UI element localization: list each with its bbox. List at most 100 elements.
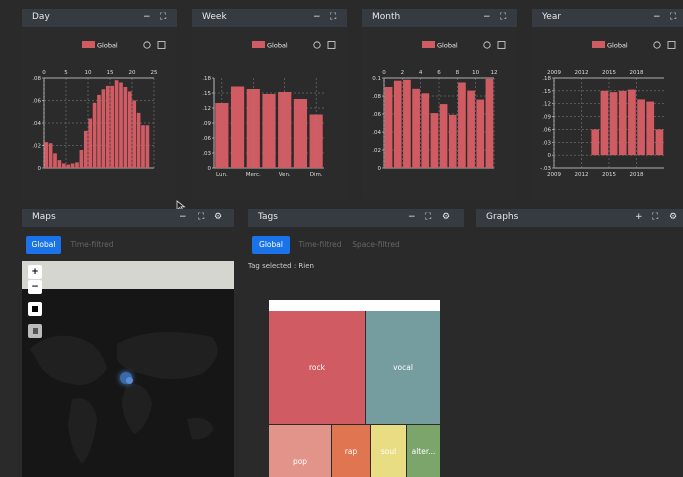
zoom-out-button[interactable]: − — [28, 280, 42, 294]
legend-swatch[interactable] — [422, 41, 435, 48]
legend-label[interactable]: Global — [267, 42, 288, 50]
bar[interactable] — [628, 89, 636, 156]
bar[interactable] — [430, 113, 439, 168]
legend-swatch[interactable] — [592, 41, 605, 48]
bar[interactable] — [101, 89, 106, 168]
save-image-icon[interactable] — [667, 41, 676, 49]
tab-space-filtred[interactable]: Space-filtred — [350, 236, 402, 254]
bar[interactable] — [230, 86, 245, 169]
bar[interactable] — [66, 164, 71, 168]
bar[interactable] — [123, 87, 128, 168]
zoom-in-button[interactable]: + — [28, 265, 42, 279]
bar[interactable] — [637, 99, 645, 156]
settings-gear-icon[interactable]: ⚙ — [214, 212, 222, 223]
fullscreen-button[interactable]: ⛶ — [198, 212, 204, 223]
tab-global[interactable]: Global — [26, 236, 61, 254]
fullscreen-button[interactable]: ⛶ — [500, 12, 506, 23]
tab-global[interactable]: Global — [252, 236, 290, 254]
fullscreen-button[interactable]: ⛶ — [160, 12, 166, 23]
bar[interactable] — [485, 78, 494, 168]
bar[interactable] — [145, 125, 150, 168]
delete-button[interactable] — [28, 324, 42, 338]
bar[interactable] — [61, 163, 66, 169]
bar[interactable] — [591, 129, 600, 156]
bar[interactable] — [403, 79, 411, 168]
bar[interactable] — [136, 112, 141, 168]
y-tick-label: .12 — [542, 102, 551, 108]
bar[interactable] — [110, 85, 115, 168]
save-image-icon[interactable] — [497, 41, 506, 49]
add-button[interactable]: + — [635, 212, 643, 223]
bar[interactable] — [618, 90, 627, 156]
treemap-cell-alter[interactable]: alter... — [407, 425, 440, 477]
treemap-cell-rap[interactable]: rap — [332, 425, 370, 477]
bar[interactable] — [127, 91, 132, 169]
bar[interactable] — [412, 88, 420, 168]
treemap-cell-pop[interactable]: pop — [269, 425, 331, 477]
fullscreen-button[interactable]: ⛶ — [670, 12, 676, 23]
bar[interactable] — [53, 153, 57, 168]
bar[interactable] — [97, 94, 101, 168]
legend-label[interactable]: Global — [437, 42, 458, 50]
minimize-button[interactable]: − — [408, 212, 416, 223]
bar[interactable] — [646, 101, 655, 156]
legend-label[interactable]: Global — [97, 42, 118, 50]
treemap-cell-soul[interactable]: soul — [371, 425, 406, 477]
bar[interactable] — [88, 118, 93, 169]
bar[interactable] — [448, 114, 457, 168]
bar[interactable] — [119, 82, 123, 169]
settings-gear-icon[interactable]: ⚙ — [669, 212, 677, 223]
y-tick-label: .06 — [202, 136, 211, 142]
save-image-icon[interactable] — [327, 41, 336, 49]
draw-rectangle-button[interactable] — [28, 302, 42, 316]
minimize-button[interactable]: − — [313, 12, 321, 23]
minimize-button[interactable]: − — [653, 12, 661, 23]
settings-gear-icon[interactable]: ⚙ — [442, 212, 450, 223]
reset-zoom-icon[interactable] — [143, 41, 151, 49]
bar[interactable] — [114, 80, 119, 168]
bar[interactable] — [655, 129, 664, 156]
bar[interactable] — [600, 90, 609, 156]
tab-time-filtred[interactable]: Time-filtred — [295, 236, 345, 254]
bar[interactable] — [83, 130, 88, 168]
save-image-icon[interactable] — [157, 41, 166, 49]
bar[interactable] — [293, 99, 308, 168]
tab-time-filtred[interactable]: Time-filtred — [66, 236, 118, 254]
legend-swatch[interactable] — [82, 41, 95, 48]
bar[interactable] — [467, 90, 475, 168]
minimize-button[interactable]: − — [483, 12, 491, 23]
world-map[interactable]: + − — [22, 261, 234, 477]
minimize-button[interactable]: − — [179, 212, 187, 223]
treemap-cell-vocal[interactable]: vocal — [366, 311, 440, 424]
bar[interactable] — [609, 92, 618, 156]
data-hotspot[interactable] — [126, 377, 133, 384]
bar[interactable] — [393, 80, 402, 168]
bar[interactable] — [75, 162, 79, 168]
treemap-cell-rock[interactable]: rock — [269, 311, 365, 424]
bar[interactable] — [44, 142, 49, 168]
bar[interactable] — [57, 160, 62, 168]
bar[interactable] — [48, 143, 53, 168]
bar[interactable] — [92, 102, 97, 168]
legend-swatch[interactable] — [252, 41, 265, 48]
fullscreen-button[interactable]: ⛶ — [652, 212, 658, 223]
bar[interactable] — [79, 150, 84, 168]
bar[interactable] — [70, 163, 75, 169]
bar[interactable] — [458, 82, 466, 169]
bar[interactable] — [476, 99, 485, 168]
bar[interactable] — [421, 93, 430, 168]
bar[interactable] — [105, 85, 110, 168]
bar[interactable] — [141, 125, 145, 168]
fullscreen-button[interactable]: ⛶ — [330, 12, 336, 23]
bar[interactable] — [132, 100, 137, 169]
legend-label[interactable]: Global — [607, 42, 628, 50]
minimize-button[interactable]: − — [143, 12, 151, 23]
reset-zoom-icon[interactable] — [653, 41, 661, 49]
reset-zoom-icon[interactable] — [483, 41, 491, 49]
bar[interactable] — [246, 89, 260, 168]
bar[interactable] — [262, 94, 276, 168]
bar[interactable] — [384, 87, 393, 168]
bar[interactable] — [439, 104, 448, 168]
fullscreen-button[interactable]: ⛶ — [425, 212, 431, 223]
reset-zoom-icon[interactable] — [313, 41, 321, 49]
